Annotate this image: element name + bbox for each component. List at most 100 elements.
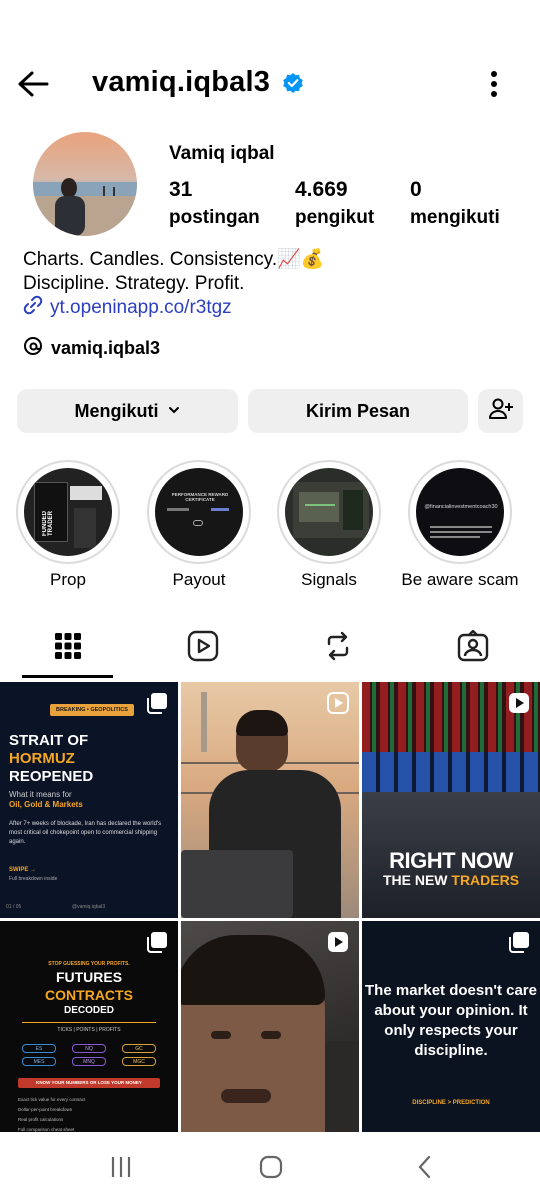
message-button-label: Kirim Pesan [305, 400, 411, 421]
highlight-cover-text: @financialinvestmentcoach30 [424, 504, 498, 510]
highlight-cover: @financialinvestmentcoach30 [416, 468, 504, 556]
highlight-signals[interactable]: Signals [277, 460, 381, 590]
chip-mnq: MNQ [72, 1057, 106, 1066]
following-button-label: Mengikuti [74, 400, 159, 421]
post-title-3: REOPENED [9, 768, 94, 785]
post-bullet-2: Dollar-per-point breakdown [18, 1107, 73, 1112]
carousel-icon [146, 931, 168, 953]
post-subtitle-2: Oil, Gold & Markets [9, 800, 83, 809]
post-title-2: THE NEW TRADERS [362, 872, 540, 888]
tagged-person-icon [457, 628, 489, 667]
highlight-prop[interactable]: FUNDED TRADER Prop [16, 460, 120, 590]
profile-avatar[interactable] [33, 132, 137, 236]
post-hormuz[interactable]: BREAKING • GEOPOLITICS STRAIT OF HORMUZ … [0, 682, 178, 918]
chip-mes: MES [22, 1057, 56, 1066]
nav-back-icon[interactable] [410, 1152, 440, 1182]
tab-posts-grid[interactable] [0, 618, 135, 678]
display-name: Vamiq iqbal [169, 143, 275, 164]
highlight-ring: PERFORMANCE REWARD CERTIFICATE [147, 460, 251, 564]
bio-link-text: yt.openinapp.co/r3tgz [50, 297, 232, 318]
verified-badge-icon [282, 72, 304, 94]
post-selfie-video[interactable] [181, 921, 359, 1157]
highlight-cover-text: FUNDED TRADER [42, 511, 54, 536]
bio-line-2: Discipline. Strategy. Profit. [23, 273, 245, 294]
reels-play-icon [187, 630, 219, 667]
highlight-cover: FUNDED TRADER [24, 468, 112, 556]
stat-posts-count: 31 [169, 178, 193, 201]
highlight-label: Prop [50, 570, 86, 589]
chip-nq: NQ [72, 1044, 106, 1053]
highlight-ring: @financialinvestmentcoach30 [408, 460, 512, 564]
highlight-ring [277, 460, 381, 564]
post-cta: KNOW YOUR NUMBERS OR LOSE YOUR MONEY [18, 1078, 160, 1088]
home-icon[interactable] [256, 1152, 286, 1182]
post-bullet-3: Real profit calculations [18, 1117, 64, 1122]
highlight-ring: FUNDED TRADER [16, 460, 120, 564]
highlight-cover-text: PERFORMANCE REWARD CERTIFICATE [171, 492, 229, 502]
post-trading-floor[interactable]: RIGHT NOW THE NEW TRADERS [362, 682, 540, 918]
add-person-icon [488, 397, 514, 426]
post-footer: DISCIPLINE > PREDICTION [412, 1100, 490, 1106]
stat-followers-label: pengikut [295, 207, 375, 228]
tab-reels[interactable] [135, 618, 270, 678]
post-swipe: SWIPE → [9, 867, 37, 873]
link-icon [23, 295, 43, 321]
post-quote: The market doesn't care about your opini… [365, 982, 537, 1059]
repost-icon [323, 630, 353, 667]
post-title-2a: THE NEW [382, 872, 452, 888]
back-arrow-icon[interactable] [14, 64, 54, 104]
post-title-2: HORMUZ [9, 750, 75, 767]
stat-followers[interactable]: 4.669 pengikut [295, 178, 374, 229]
threads-icon [23, 336, 43, 361]
threads-link[interactable]: vamiq.iqbal3 [23, 336, 160, 361]
post-subtitle: TICKS | POINTS | PROFITS [57, 1027, 121, 1033]
post-top-text: STOP GUESSING YOUR PROFITS. [48, 961, 130, 967]
tab-reposts[interactable] [270, 618, 405, 678]
post-handle: @vamiq.iqbal3 [72, 904, 106, 910]
post-futures-contracts[interactable]: STOP GUESSING YOUR PROFITS. FUTURES CONT… [0, 921, 178, 1157]
bio: Charts. Candles. Consistency.📈💰 Discipli… [23, 248, 324, 296]
post-subtitle: What it means for [9, 790, 72, 799]
highlight-label: Signals [301, 570, 357, 589]
recent-apps-icon[interactable] [106, 1152, 136, 1182]
stat-following-count: 0 [410, 178, 422, 201]
highlight-scam[interactable]: @financialinvestmentcoach30 Be aware sca… [401, 460, 519, 590]
post-title-1: FUTURES [55, 969, 123, 985]
post-market-quote[interactable]: The market doesn't care about your opini… [362, 921, 540, 1157]
post-title-3: DECODED [63, 1005, 114, 1016]
message-button[interactable]: Kirim Pesan [248, 389, 468, 433]
chip-mgc: MGC [122, 1057, 156, 1066]
highlight-label: Payout [172, 570, 226, 589]
post-body: After 7+ weeks of blockade, Iran has dec… [9, 821, 162, 845]
highlight-cover [285, 468, 373, 556]
profile-header: vamiq.iqbal3 [0, 56, 540, 112]
grid-icon [54, 632, 82, 665]
post-title-1: RIGHT NOW [389, 848, 513, 873]
tab-tagged[interactable] [405, 618, 540, 678]
more-options-icon[interactable] [480, 64, 508, 104]
system-nav-bar [0, 1132, 540, 1200]
post-page: 01 / 05 [6, 904, 22, 910]
following-button[interactable]: Mengikuti [17, 389, 238, 433]
stat-posts-label: postingan [169, 207, 260, 228]
chevron-down-icon [167, 401, 181, 422]
stat-posts[interactable]: 31 postingan [169, 178, 260, 229]
bio-line-1: Charts. Candles. Consistency.📈💰 [23, 249, 325, 270]
suggest-user-button[interactable] [478, 389, 523, 433]
profile-tabs [0, 618, 540, 680]
active-tab-indicator [22, 675, 113, 678]
reel-play-icon [327, 931, 349, 953]
stat-following-label: mengikuti [410, 207, 500, 228]
stat-following[interactable]: 0 mengikuti [410, 178, 500, 229]
carousel-icon [508, 931, 530, 953]
reel-play-icon [508, 692, 530, 714]
post-title-2b: TRADERS [451, 872, 520, 888]
post-bullet-1: Exact tick value for every contract [18, 1097, 86, 1102]
highlight-cover: PERFORMANCE REWARD CERTIFICATE [155, 468, 243, 556]
header-username: vamiq.iqbal3 [92, 66, 271, 98]
post-laptop-photo[interactable] [181, 682, 359, 918]
chip-es: ES [22, 1044, 56, 1053]
carousel-icon [146, 692, 168, 714]
bio-link[interactable]: yt.openinapp.co/r3tgz [23, 295, 232, 321]
highlight-payout[interactable]: PERFORMANCE REWARD CERTIFICATE Payout [147, 460, 251, 590]
